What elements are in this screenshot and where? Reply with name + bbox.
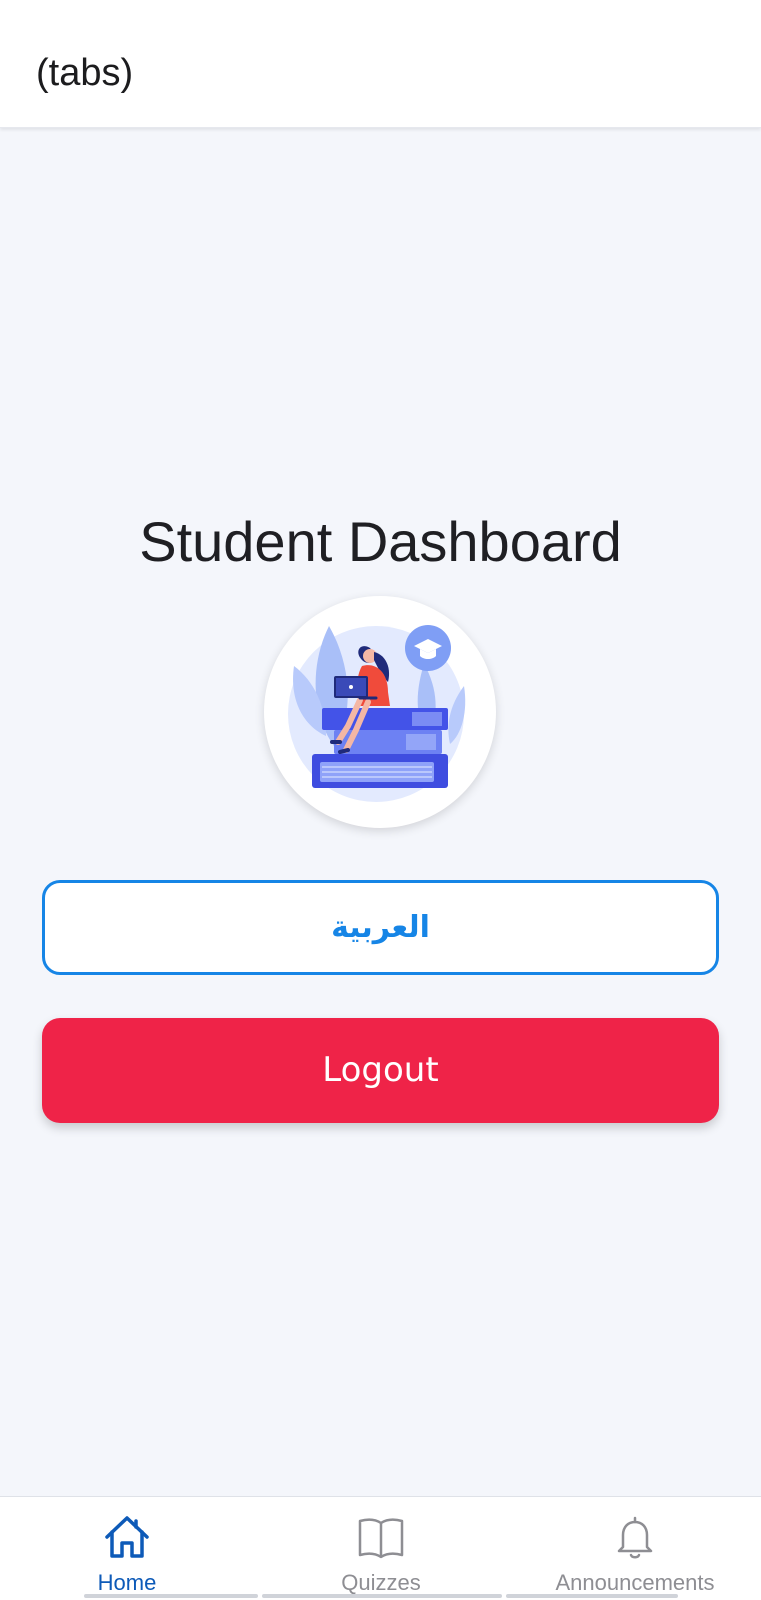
scroll-indicator xyxy=(262,1594,502,1598)
scroll-indicator xyxy=(506,1594,678,1598)
tab-home-label: Home xyxy=(97,1570,157,1595)
scroll-indicator xyxy=(84,1594,258,1598)
home-icon xyxy=(105,1516,149,1558)
book-icon xyxy=(358,1518,404,1559)
student-on-books-illustration xyxy=(288,625,466,802)
tab-quizzes[interactable]: Quizzes xyxy=(254,1497,508,1600)
language-toggle-button[interactable]: العربية xyxy=(42,880,719,975)
page-title: Student Dashboard xyxy=(139,510,622,573)
tab-announcements[interactable]: Announcements xyxy=(508,1497,761,1600)
tab-quizzes-label: Quizzes xyxy=(341,1570,421,1595)
logout-button[interactable]: Logout xyxy=(42,1018,719,1123)
header-title: (tabs) xyxy=(36,52,134,94)
tab-announcements-label: Announcements xyxy=(555,1570,715,1595)
app-header: (tabs) xyxy=(0,0,761,128)
dashboard-illustration xyxy=(264,596,496,828)
bell-icon xyxy=(617,1516,653,1559)
tab-home[interactable]: Home xyxy=(0,1497,254,1600)
bottom-tab-bar: Home Quizzes Announcements xyxy=(0,1496,761,1600)
